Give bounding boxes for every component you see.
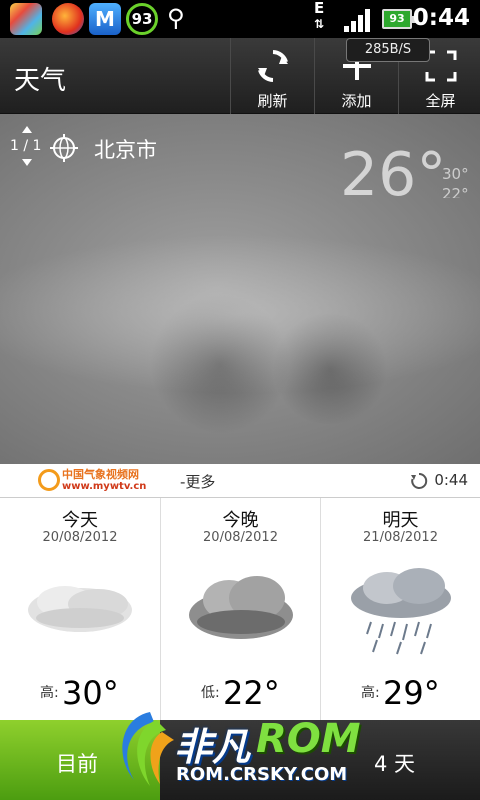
forecast-today[interactable]: 今天 20/08/2012 高: 30° <box>0 498 160 720</box>
refresh-label: 刷新 <box>257 92 288 110</box>
clock: 0:44 <box>412 5 470 31</box>
counter-badge[interactable]: 93 <box>126 3 158 35</box>
high-temperature: 30° <box>442 165 469 183</box>
battery-icon: 93 <box>382 9 416 29</box>
high-low-temperature: 30° 22° <box>442 164 469 198</box>
net-speed-indicator: 285B/S <box>346 38 430 62</box>
forecast-day: 今天 <box>62 510 98 531</box>
temp-type-label: 高: <box>40 685 59 701</box>
source-logo[interactable]: 中国气象视频网 www.mywtv.cn <box>62 469 146 493</box>
more-link[interactable]: -更多 <box>180 471 215 492</box>
rain-icon <box>351 568 451 655</box>
status-bar: M 93 ⚲ E ⇅ 93 0:44 <box>0 0 480 38</box>
forecast-tomorrow[interactable]: 明天 21/08/2012 高: 29° <box>320 498 480 720</box>
refresh-small-icon <box>411 472 428 489</box>
watermark-brand-en: ROM <box>256 716 361 762</box>
temp-type-label: 高: <box>361 685 380 701</box>
updated-time: 0:44 <box>434 471 468 489</box>
globe-icon[interactable] <box>50 134 78 162</box>
refresh-icon <box>258 50 288 82</box>
fullscreen-label: 全屏 <box>425 92 456 110</box>
app-title: 天气 <box>14 66 67 96</box>
temp-type-label: 低: <box>201 685 220 701</box>
watermark-brand-cn: 非凡 <box>174 725 251 769</box>
tab-current-label: 目前 <box>56 752 98 776</box>
usb-icon: ⚲ <box>167 4 185 32</box>
refresh-button[interactable]: 刷新 <box>230 38 314 114</box>
app-notification-icon[interactable] <box>10 3 42 35</box>
weather-scene[interactable]: 1 / 1 北京市 26° 30° 22° <box>0 114 480 464</box>
watermark-swirl-icon <box>122 712 174 786</box>
watermark-url: ROM.CRSKY.COM <box>176 764 348 785</box>
watermark-logo: 非凡 ROM ROM.CRSKY.COM <box>110 700 410 800</box>
app-notification-icon-3[interactable]: M <box>89 3 121 35</box>
page-indicator: 1 / 1 <box>10 138 42 154</box>
forecast-date: 20/08/2012 <box>203 530 278 545</box>
forecast-day: 今晚 <box>222 510 259 531</box>
current-temperature: 26° <box>340 140 447 198</box>
city-name[interactable]: 北京市 <box>94 134 157 164</box>
app-notification-icon-2[interactable] <box>52 3 84 35</box>
forecast-panel: 今天 20/08/2012 高: 30° 今晚 20/08/2012 低: 22… <box>0 498 480 720</box>
forecast-day: 明天 <box>382 510 419 531</box>
fog-icon <box>28 586 132 632</box>
add-label: 添加 <box>341 92 372 110</box>
source-bar: 中国气象视频网 www.mywtv.cn -更多 0:44 <box>0 464 480 498</box>
low-temperature: 22° <box>442 185 469 198</box>
forecast-date: 20/08/2012 <box>42 530 118 545</box>
forecast-tonight[interactable]: 今晚 20/08/2012 低: 22° <box>160 498 320 720</box>
signal-icon <box>344 8 372 32</box>
cloudy-icon <box>189 576 293 639</box>
source-logo-icon <box>38 469 60 491</box>
network-type-icon: E ⇅ <box>314 0 325 32</box>
forecast-date: 21/08/2012 <box>363 530 438 545</box>
fog-layer <box>0 234 480 394</box>
